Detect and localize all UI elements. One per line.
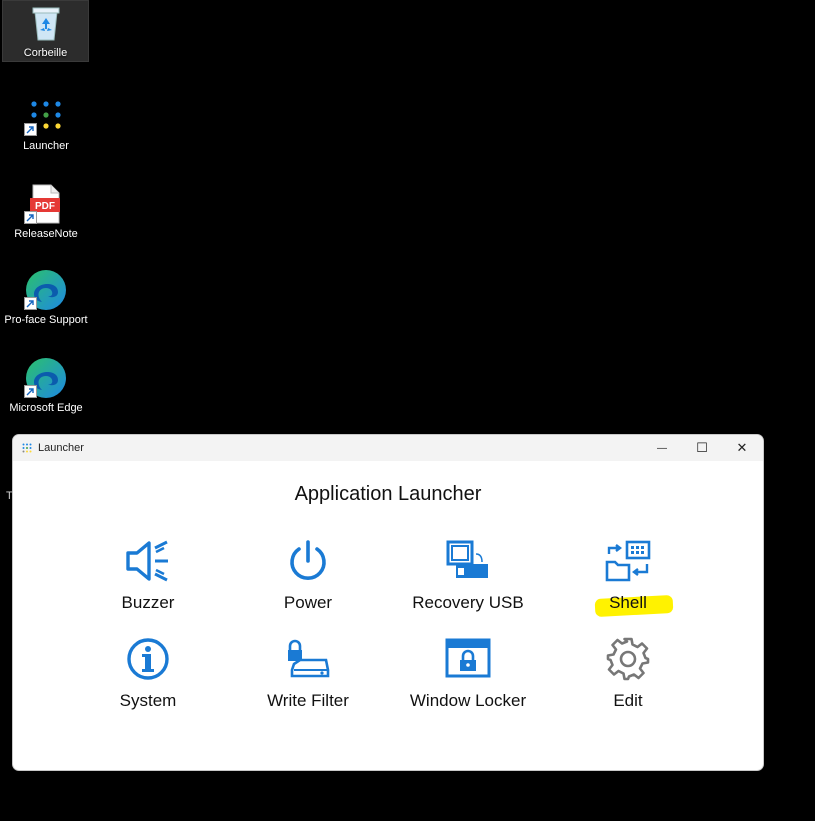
maximize-button[interactable]: ☐ (682, 435, 722, 461)
desktop-icon-microsoft-edge[interactable]: Microsoft Edge (2, 356, 90, 414)
tile-shell[interactable]: Shell (548, 537, 708, 618)
close-button[interactable]: ✕ (722, 435, 762, 461)
minimize-button[interactable]: — (642, 435, 682, 461)
power-icon (282, 537, 334, 585)
tile-label: Recovery USB (412, 593, 524, 612)
window-title: Launcher (38, 442, 84, 454)
desktop-icon-releasenote[interactable]: PDF ReleaseNote (2, 182, 90, 240)
tile-write-filter[interactable]: Write Filter (228, 635, 388, 711)
tile-label: Shell (594, 593, 674, 618)
desktop-icon-label: ReleaseNote (14, 228, 78, 240)
shortcut-arrow-icon (24, 297, 37, 310)
maximize-icon: ☐ (696, 440, 708, 455)
tile-edit[interactable]: Edit (548, 635, 708, 711)
title-bar[interactable]: Launcher — ☐ ✕ (13, 435, 763, 461)
tile-power[interactable]: Power (228, 537, 388, 613)
recycle-bin-icon (22, 1, 70, 45)
shortcut-arrow-icon (24, 211, 37, 224)
tile-label: Edit (613, 691, 643, 710)
window-lock-icon (442, 635, 494, 683)
info-icon (122, 635, 174, 683)
minimize-icon: — (657, 442, 667, 454)
tile-label: Write Filter (267, 691, 349, 710)
desktop-icon-recycle-bin[interactable]: Corbeille (2, 0, 89, 62)
tile-recovery-usb[interactable]: Recovery USB (388, 537, 548, 613)
desktop-icon-launcher[interactable]: Launcher (2, 94, 90, 152)
close-icon: ✕ (736, 440, 748, 455)
shortcut-arrow-icon (24, 123, 37, 136)
speaker-icon (122, 537, 174, 585)
lock-drive-icon (282, 635, 334, 683)
tile-label: Window Locker (409, 691, 527, 710)
gear-icon (602, 635, 654, 683)
tile-system[interactable]: System (68, 635, 228, 711)
edge-browser-icon (22, 356, 70, 400)
pdf-file-icon: PDF (22, 182, 70, 226)
desktop-icon-label: Launcher (23, 140, 69, 152)
launcher-dots-icon (22, 94, 70, 138)
tile-window-locker[interactable]: Window Locker (388, 635, 548, 711)
pdf-badge-text: PDF (35, 201, 55, 212)
tile-label: System (119, 691, 177, 710)
tile-label: Buzzer (121, 593, 175, 612)
launcher-window: Launcher — ☐ ✕ Application Launcher Buzz… (12, 434, 764, 771)
edge-browser-icon (22, 268, 70, 312)
desktop-icon-label: Corbeille (23, 47, 68, 59)
launcher-app-icon (22, 443, 32, 453)
desktop-icon-label: Pro-face Support (4, 314, 88, 326)
tile-label: Power (283, 593, 333, 612)
desktop-icon-label: Microsoft Edge (9, 402, 83, 414)
desktop: Corbeille Launcher PDF ReleaseNote Pro-f… (0, 0, 815, 821)
page-title: Application Launcher (294, 483, 482, 505)
shortcut-arrow-icon (24, 385, 37, 398)
tile-buzzer[interactable]: Buzzer (68, 537, 228, 613)
desktop-icon-proface-support[interactable]: Pro-face Support (2, 268, 90, 326)
usb-drive-icon (442, 537, 494, 585)
shell-swap-icon (602, 537, 654, 585)
